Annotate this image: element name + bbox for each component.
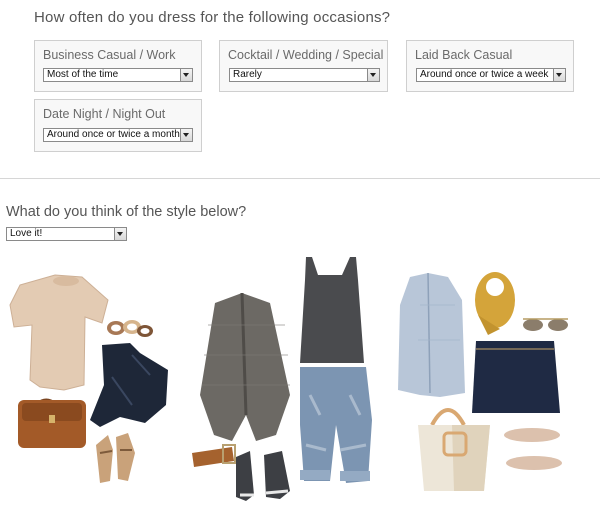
occasion-label: Cocktail / Wedding / Special [228, 48, 384, 62]
denim-skirt [472, 341, 560, 413]
select-value: Around once or twice a month [47, 129, 180, 140]
occasion-laid-back-casual: Laid Back Casual Around once or twice a … [406, 40, 574, 92]
frequency-select-laid-back-casual[interactable]: Around once or twice a week [416, 68, 566, 82]
dropdown-arrow-icon[interactable] [553, 69, 565, 81]
skinny-jeans [90, 343, 168, 427]
outfit-2 [192, 257, 372, 501]
blush-top [9, 274, 109, 391]
sandal [96, 435, 113, 483]
occasion-date-night: Date Night / Night Out Around once or tw… [34, 99, 202, 152]
style-rating-select[interactable]: Love it! [6, 227, 127, 241]
dropdown-arrow-icon[interactable] [114, 228, 126, 240]
style-question: What do you think of the style below? [6, 204, 247, 220]
tank-top [300, 257, 364, 363]
frequency-select-business-casual[interactable]: Most of the time [43, 68, 193, 82]
dropdown-arrow-icon[interactable] [367, 69, 379, 81]
sandal [116, 433, 135, 481]
section-divider [0, 178, 600, 179]
occasion-cocktail-wedding: Cocktail / Wedding / Special Rarely [219, 40, 388, 92]
ballet-flat [506, 456, 562, 470]
select-value: Love it! [10, 228, 43, 239]
chambray-shirt [398, 273, 465, 397]
select-value: Around once or twice a week [420, 69, 549, 80]
occasion-label: Laid Back Casual [415, 48, 513, 62]
frequency-select-date-night[interactable]: Around once or twice a month [43, 128, 193, 142]
aviator-sunglasses [523, 319, 543, 331]
outfit-collage-image [9, 257, 568, 501]
ballet-flat [504, 428, 560, 442]
select-value: Rarely [233, 69, 262, 80]
outfit-3 [398, 272, 568, 491]
dropdown-arrow-icon[interactable] [180, 69, 192, 81]
occasion-label: Date Night / Night Out [43, 107, 166, 121]
occasion-label: Business Casual / Work [43, 48, 176, 62]
select-value: Most of the time [47, 69, 119, 80]
occasion-business-casual: Business Casual / Work Most of the time [34, 40, 202, 92]
dropdown-arrow-icon[interactable] [180, 129, 192, 141]
boyfriend-jeans [300, 367, 372, 483]
occasions-question: How often do you dress for the following… [34, 9, 391, 26]
outfit-1 [9, 274, 168, 483]
frequency-select-cocktail-wedding[interactable]: Rarely [229, 68, 380, 82]
